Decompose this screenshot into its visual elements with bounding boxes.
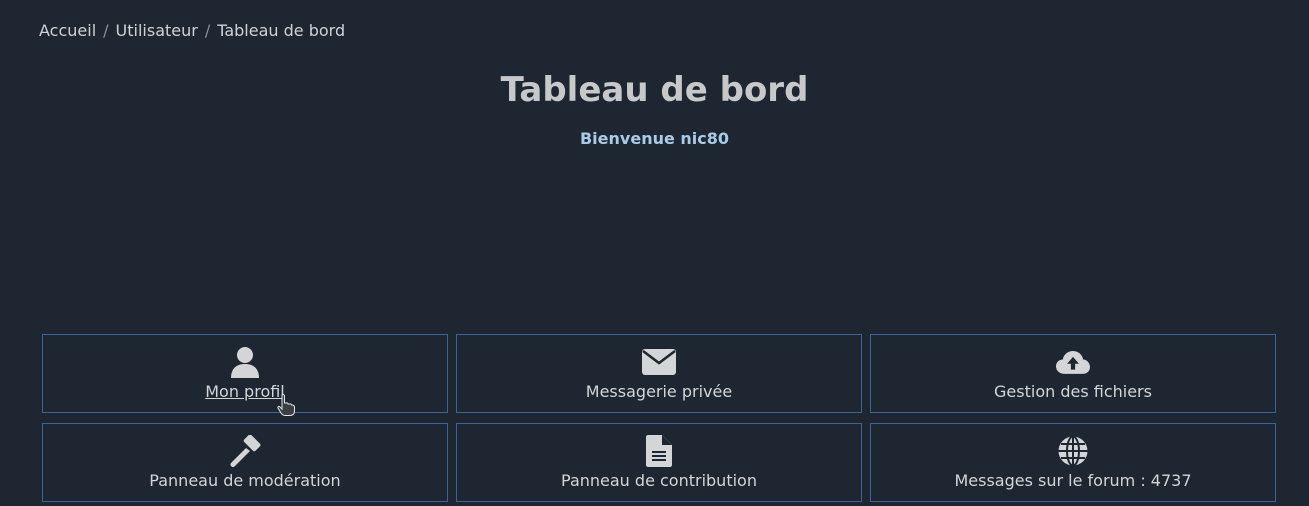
globe-icon [1056,434,1090,468]
tile-mon-profil[interactable]: Mon profil [42,334,448,413]
welcome-message: Bienvenue nic80 [579,129,730,148]
tile-label: Mon profil [205,382,285,401]
tile-messagerie-privee[interactable]: Messagerie privée [456,334,862,413]
breadcrumb: Accueil / Utilisateur / Tableau de bord [39,20,345,42]
breadcrumb-utilisateur[interactable]: Utilisateur [116,20,198,42]
breadcrumb-current: Tableau de bord [217,21,346,40]
user-icon [228,345,262,379]
dashboard-tiles: Mon profil Messagerie privée Gestion des… [42,334,1276,502]
gavel-icon [228,434,262,468]
cloud-upload-icon [1056,345,1090,379]
tile-gestion-fichiers[interactable]: Gestion des fichiers [870,334,1276,413]
breadcrumb-separator: / [204,21,211,40]
tile-label: Panneau de contribution [561,471,757,490]
document-icon [642,434,676,468]
tile-messages-forum[interactable]: Messages sur le forum : 4737 [870,423,1276,502]
tile-panneau-contribution[interactable]: Panneau de contribution [456,423,862,502]
breadcrumb-accueil[interactable]: Accueil [39,20,96,42]
tile-label: Gestion des fichiers [994,382,1152,401]
tile-label: Messages sur le forum : 4737 [954,471,1192,490]
envelope-icon [642,345,676,379]
breadcrumb-separator: / [103,21,109,40]
tile-panneau-moderation[interactable]: Panneau de modération [42,423,448,502]
tile-label: Panneau de modération [149,471,341,490]
tile-label: Messagerie privée [585,382,733,401]
page-title: Tableau de bord [500,70,809,110]
